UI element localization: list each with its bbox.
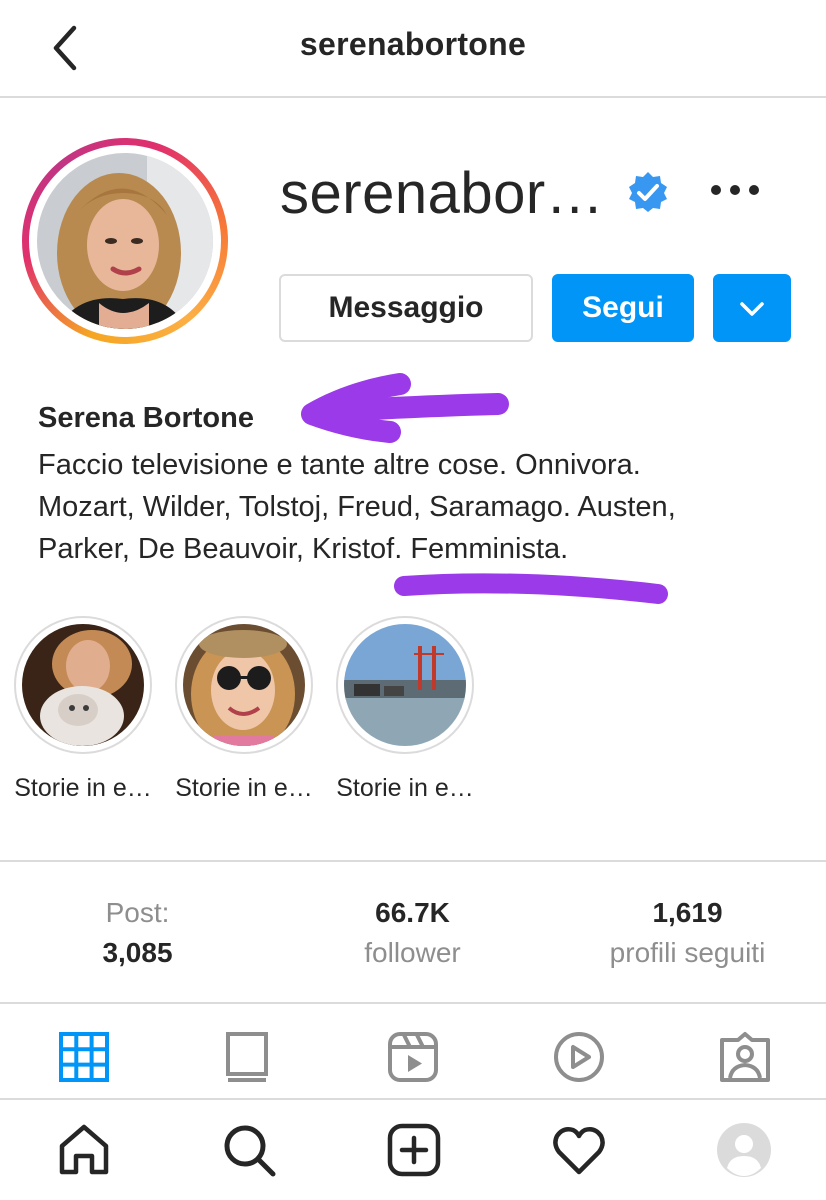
tab-feed[interactable] [220, 1030, 274, 1084]
more-options-button[interactable] [708, 178, 762, 202]
stat-label: profili seguiti [609, 937, 766, 968]
highlight-label: Storie in e… [336, 774, 474, 802]
nav-home[interactable] [56, 1122, 112, 1178]
message-button[interactable]: Messaggio [279, 274, 533, 342]
divider [0, 860, 826, 862]
highlight-label: Storie in e… [175, 774, 313, 802]
tab-tagged[interactable] [718, 1030, 772, 1084]
stat-label: Post: [105, 897, 170, 928]
highlight-thumbnail [344, 624, 466, 746]
tab-grid[interactable] [57, 1030, 111, 1084]
divider [0, 1098, 826, 1100]
stat-label: follower [364, 937, 461, 968]
stat-followers[interactable]: 66.7K follower [275, 896, 550, 970]
play-circle-icon [554, 1032, 604, 1082]
stat-value: 1,619 [652, 897, 723, 928]
nav-search[interactable] [221, 1122, 277, 1178]
page-title: serenabortone [299, 26, 527, 62]
story-highlight[interactable]: Storie in e… [169, 616, 319, 803]
tagged-icon [720, 1032, 770, 1082]
story-highlight[interactable]: Storie in e… [8, 616, 158, 803]
grid-icon [59, 1032, 109, 1082]
nav-activity[interactable] [551, 1122, 607, 1178]
profile-full-name: Serena Bortone [38, 402, 254, 434]
tab-igtv[interactable] [552, 1030, 606, 1084]
profile-avatar-icon [717, 1123, 771, 1177]
chevron-down-icon [740, 302, 764, 316]
suggested-dropdown-button[interactable] [713, 274, 791, 342]
search-icon [224, 1125, 276, 1177]
highlight-label: Storie in e… [14, 774, 152, 802]
heart-icon [553, 1127, 605, 1175]
bio-line: Faccio televisione e tante altre cose. O… [38, 449, 641, 481]
bio-line: Parker, De Beauvoir, Kristof. Femminista… [38, 533, 569, 565]
annotation-arrow [301, 373, 509, 443]
back-arrow-icon [53, 25, 77, 71]
top-bar: serenabortone [0, 0, 826, 98]
profile-avatar[interactable] [22, 138, 228, 344]
profile-photo [37, 153, 213, 329]
stat-value: 3,085 [102, 937, 173, 968]
profile-username: serenabor… [280, 161, 605, 226]
home-icon [59, 1124, 109, 1175]
nav-profile[interactable] [716, 1122, 772, 1178]
story-highlight[interactable]: Storie in e… [330, 616, 480, 803]
reels-icon [388, 1032, 438, 1082]
annotation-underline [394, 573, 668, 604]
divider [0, 1002, 826, 1004]
tab-reels[interactable] [386, 1030, 440, 1084]
verified-badge-icon [626, 170, 670, 214]
stat-value: 66.7K [375, 897, 450, 928]
back-button[interactable] [40, 22, 90, 74]
bio-line: Mozart, Wilder, Tolstoj, Freud, Saramago… [38, 491, 676, 523]
nav-new-post[interactable] [386, 1122, 442, 1178]
highlight-thumbnail [22, 624, 144, 746]
feed-icon [226, 1032, 268, 1082]
new-post-icon [387, 1123, 441, 1177]
stat-following[interactable]: 1,619 profili seguiti [550, 896, 825, 970]
highlight-thumbnail [183, 624, 305, 746]
more-dots-icon [711, 185, 759, 195]
follow-button[interactable]: Segui [552, 274, 694, 342]
stat-posts: Post: 3,085 [0, 896, 275, 970]
profile-bio: Faccio televisione e tante altre cose. O… [38, 444, 778, 570]
